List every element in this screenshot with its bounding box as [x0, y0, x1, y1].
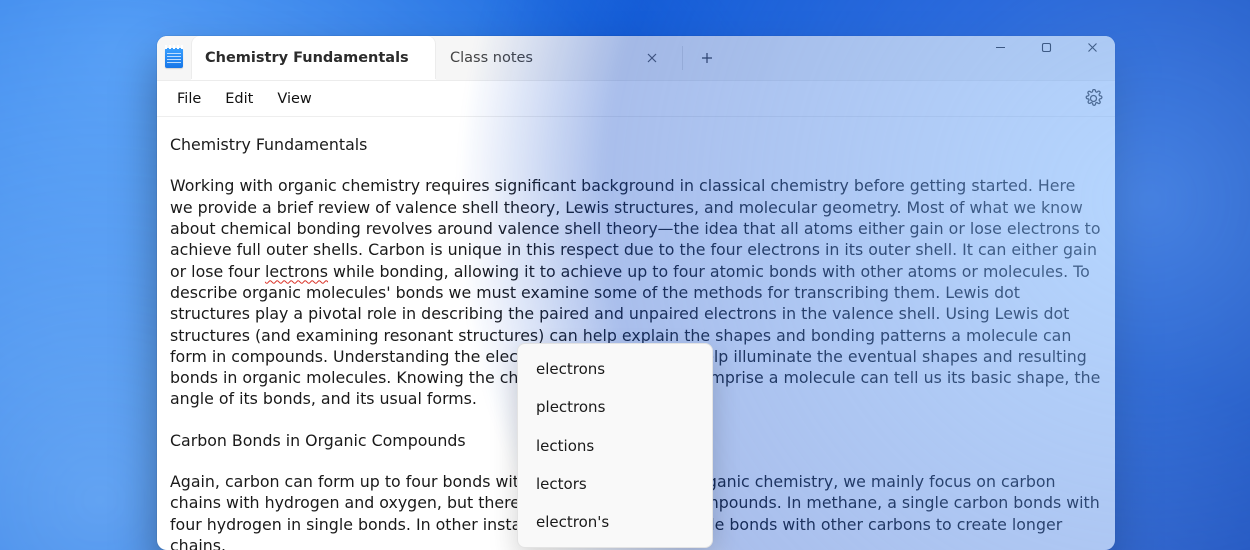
spellcheck-suggestion[interactable]: lections [518, 427, 712, 465]
spellcheck-menu: electrons plectrons lections lectors ele… [517, 343, 713, 548]
notepad-window: Chemistry Fundamentals Class notes [157, 36, 1115, 550]
minimize-button[interactable] [977, 36, 1023, 80]
new-tab-button[interactable] [689, 36, 725, 80]
spellcheck-suggestion[interactable]: electrons [518, 350, 712, 388]
menu-view[interactable]: View [267, 87, 321, 111]
gear-icon [1084, 89, 1103, 108]
spellcheck-suggestion[interactable]: electron's [518, 503, 712, 541]
tab-inactive[interactable]: Class notes [436, 36, 676, 80]
spellcheck-suggestion[interactable]: plectrons [518, 388, 712, 426]
close-window-button[interactable] [1069, 36, 1115, 80]
tab-separator [682, 46, 683, 70]
notepad-icon [165, 48, 183, 68]
maximize-button[interactable] [1023, 36, 1069, 80]
tab-label: Chemistry Fundamentals [205, 50, 409, 66]
text-editor[interactable]: Chemistry Fundamentals Working with orga… [157, 117, 1115, 550]
title-bar: Chemistry Fundamentals Class notes [157, 36, 1115, 81]
tab-label: Class notes [450, 50, 533, 66]
document-heading: Chemistry Fundamentals [170, 134, 1102, 155]
app-icon [157, 36, 191, 80]
close-tab-icon[interactable] [642, 48, 662, 68]
tab-active[interactable]: Chemistry Fundamentals [191, 36, 436, 80]
menu-file[interactable]: File [167, 87, 211, 111]
misspelled-word[interactable]: lectrons [265, 262, 328, 281]
menu-edit[interactable]: Edit [215, 87, 263, 111]
spellcheck-suggestion[interactable]: lectors [518, 465, 712, 503]
menu-bar: File Edit View [157, 81, 1115, 117]
desktop-background: Chemistry Fundamentals Class notes [0, 0, 1250, 550]
settings-button[interactable] [1081, 87, 1105, 111]
window-controls [977, 36, 1115, 80]
